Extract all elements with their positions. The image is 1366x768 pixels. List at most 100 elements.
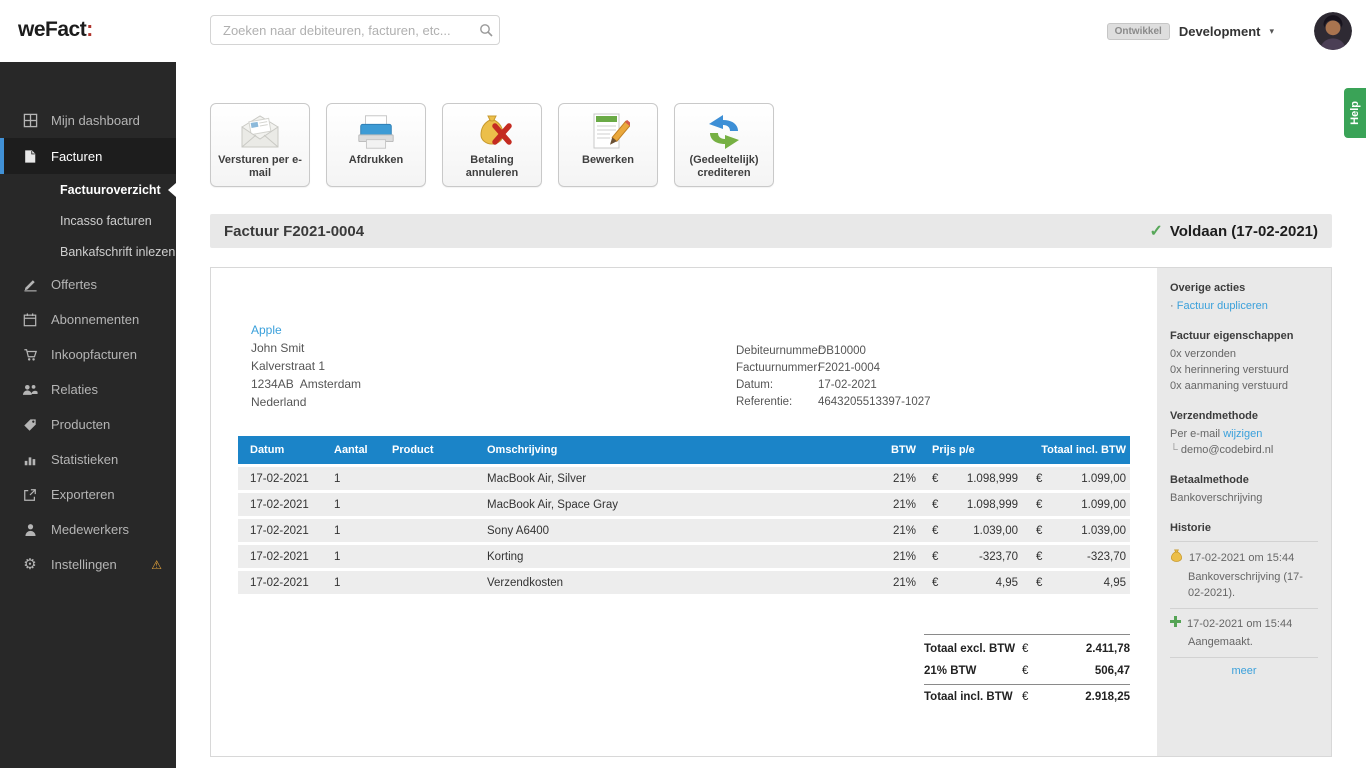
totals-row-excl: Totaal excl. BTW € 2.411,78 [924, 638, 1130, 660]
edit-button[interactable]: Bewerken [558, 103, 658, 187]
totals-row-btw: 21% BTW € 506,47 [924, 660, 1130, 682]
invoice-toolbar: Versturen per e-mail Afdrukken Betaling … [210, 103, 774, 187]
cancel-payment-button[interactable]: Betaling annuleren [442, 103, 542, 187]
eigenschappen-section: Factuur eigenschappen 0x verzonden 0x he… [1170, 330, 1318, 394]
sidebar-item-statistieken[interactable]: Statistieken [0, 442, 176, 477]
history-date: 17-02-2021 om 15:44 [1189, 551, 1295, 564]
cell-omschrijving: Verzendkosten [487, 576, 564, 589]
sidebar-item-label: Mijn dashboard [51, 112, 140, 128]
more-history-link[interactable]: meer [1231, 665, 1256, 677]
customer-contact: John Smit [251, 341, 305, 355]
history-item: 17-02-2021 om 15:44 Aangemaakt. [1170, 616, 1318, 650]
sidebar-item-medewerkers[interactable]: Medewerkers [0, 512, 176, 547]
cell-currency: € [1036, 524, 1043, 537]
historie-section: Historie 17-02-2021 om 15:44 Bankoversch… [1170, 522, 1318, 677]
table-row: 17-02-2021 1 Korting 21% € -323,70 € -323,70 [238, 545, 1130, 568]
sidebar-item-label: Offertes [51, 277, 98, 292]
sidebar-item-dashboard[interactable]: Mijn dashboard [0, 102, 176, 138]
sidebar-item-label: Exporteren [51, 487, 115, 502]
search-icon[interactable] [473, 23, 499, 37]
status-text: Voldaan (17-02-2021) [1169, 222, 1318, 240]
sidebar-item-label: Instellingen [51, 557, 117, 572]
property-line: 0x aanmaning verstuurd [1170, 380, 1289, 392]
cell-omschrijving: MacBook Air, Space Gray [487, 498, 619, 511]
credit-arrows-icon [702, 110, 746, 154]
sidebar-subitem-factuuroverzicht[interactable]: Factuuroverzicht [0, 174, 176, 205]
edit-document-icon [586, 110, 630, 154]
col-aantal: Aantal [334, 444, 368, 456]
cell-datum: 17-02-2021 [250, 472, 309, 485]
search-input[interactable] [211, 22, 473, 38]
wefact-logo: weFact: [18, 18, 93, 42]
history-item: 17-02-2021 om 15:44 Bankoverschrijving (… [1170, 549, 1318, 601]
meta-value: 4643205513397-1027 [818, 396, 931, 408]
total-label: Totaal excl. BTW [924, 643, 1016, 655]
user-avatar[interactable] [1314, 12, 1352, 50]
col-product: Product [392, 444, 434, 456]
currency-symbol: € [1022, 665, 1029, 677]
sidebar-item-offertes[interactable]: Offertes [0, 267, 176, 302]
credit-button[interactable]: (Gedeeltelijk) crediteren [674, 103, 774, 187]
section-title: Overige acties [1170, 282, 1246, 294]
customer-name-link[interactable]: Apple [251, 321, 361, 339]
cell-currency: € [932, 472, 939, 485]
invoice-status: ✓ Voldaan (17-02-2021) [1149, 221, 1318, 241]
sidebar-subitem-incasso-facturen[interactable]: Incasso facturen [0, 205, 176, 236]
global-search [210, 15, 500, 45]
export-icon [22, 487, 38, 503]
actions-sidebar: Overige acties · Factuur dupliceren Fact… [1157, 268, 1331, 756]
cell-datum: 17-02-2021 [250, 550, 309, 563]
cell-btw: 21% [892, 576, 916, 589]
app-screen: weFact: Ontwikkel Development ▾ Help [0, 0, 1366, 768]
cell-btw: 21% [892, 524, 916, 537]
invoice-file-icon [22, 148, 38, 164]
cell-aantal: 1 [334, 550, 341, 563]
invoice-header-bar: Factuur F2021-0004 ✓ Voldaan (17-02-2021… [210, 214, 1332, 248]
duplicate-invoice-link[interactable]: Factuur dupliceren [1177, 300, 1268, 312]
cell-aantal: 1 [334, 498, 341, 511]
cart-icon [22, 347, 38, 363]
sidebar-item-exporteren[interactable]: Exporteren [0, 477, 176, 512]
sidebar-item-abonnementen[interactable]: Abonnementen [0, 302, 176, 337]
change-send-method-link[interactable]: wijzigen [1223, 428, 1262, 440]
cell-datum: 17-02-2021 [250, 576, 309, 589]
sidebar-item-label: Facturen [51, 148, 103, 164]
plus-icon [1170, 616, 1181, 632]
warning-icon: ⚠ [151, 557, 162, 572]
cell-omschrijving: MacBook Air, Silver [487, 472, 587, 485]
sidebar-item-instellingen[interactable]: ⚙ Instellingen ⚠ [0, 547, 176, 582]
history-desc: Aangemaakt. [1188, 636, 1253, 648]
col-datum: Datum [250, 444, 285, 456]
cell-prijs: 1.039,00 [973, 524, 1018, 537]
send-method-value: Per e-mail [1170, 428, 1221, 440]
sidebar-item-inkoopfacturen[interactable]: Inkoopfacturen [0, 337, 176, 372]
sidebar-item-producten[interactable]: Producten [0, 407, 176, 442]
sidebar-subitem-bankafschrift-inlezen[interactable]: Bankafschrift inlezen [0, 236, 176, 267]
cell-currency: € [932, 576, 939, 589]
environment-switcher[interactable]: Ontwikkel Development ▾ [1106, 0, 1274, 62]
section-title: Historie [1170, 522, 1211, 534]
sidebar-item-facturen[interactable]: Facturen [0, 138, 176, 174]
logo-text: weFact [18, 18, 87, 41]
env-name[interactable]: Development [1179, 24, 1261, 39]
cell-prijs: 1.098,999 [966, 498, 1018, 511]
tag-icon [22, 417, 38, 433]
total-value: 506,47 [1094, 665, 1130, 677]
printer-icon [355, 110, 397, 154]
sidebar-item-relaties[interactable]: Relaties [0, 372, 176, 407]
chevron-down-icon: ▾ [1269, 25, 1274, 36]
cell-totaal: 1.039,00 [1081, 524, 1126, 537]
send-email-button[interactable]: Versturen per e-mail [210, 103, 310, 187]
help-tab[interactable]: Help [1344, 88, 1366, 138]
cell-currency: € [1036, 576, 1043, 589]
cell-btw: 21% [892, 550, 916, 563]
cell-aantal: 1 [334, 472, 341, 485]
cell-currency: € [1036, 498, 1043, 511]
section-title: Factuur eigenschappen [1170, 330, 1294, 342]
sidebar-item-label: Producten [51, 417, 111, 432]
cell-prijs: 1.098,999 [966, 472, 1018, 485]
payment-method-value: Bankoverschrijving [1170, 492, 1263, 504]
print-button[interactable]: Afdrukken [326, 103, 426, 187]
customer-block: Apple John Smit Kalverstraat 1 1234AB Am… [251, 321, 361, 411]
cell-currency: € [932, 524, 939, 537]
